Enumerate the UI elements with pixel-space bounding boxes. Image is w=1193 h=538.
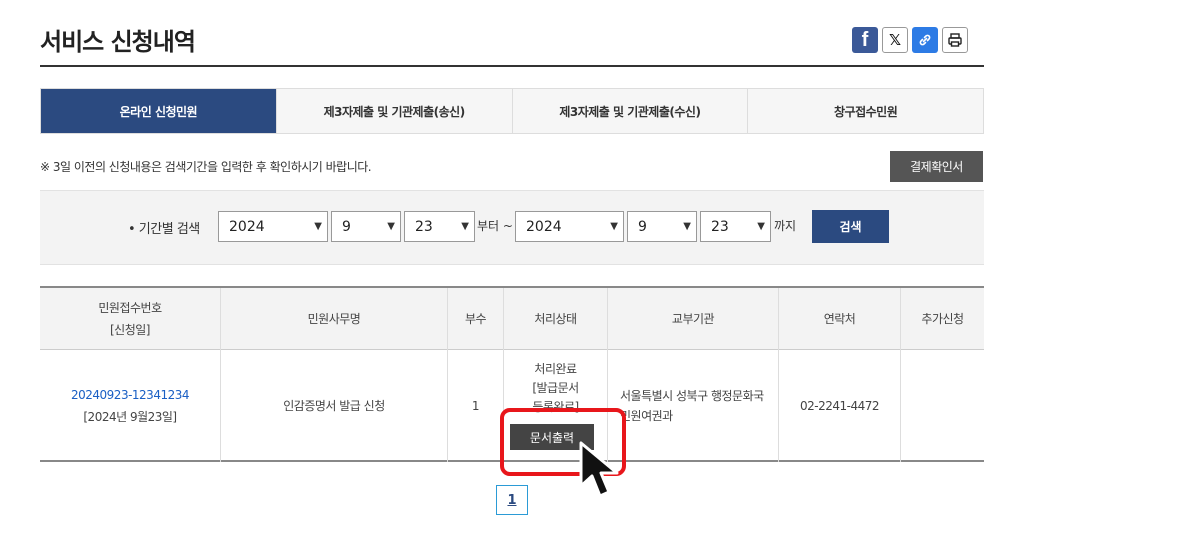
tab-counter-application[interactable]: 창구접수민원 (747, 89, 983, 133)
search-label: • 기간별 검색 (128, 222, 200, 237)
agency-department: 민원여권과 (620, 409, 673, 423)
agency-name: 서울특별시 성북구 행정문화국 (620, 389, 764, 403)
to-day-select[interactable]: 23 ▼ (700, 211, 771, 242)
from-year-value: 2024 (229, 218, 265, 235)
header-receipt-number: 민원접수번호 (98, 301, 162, 315)
extra-cell (900, 350, 984, 462)
from-year-select[interactable]: 2024 ▼ (218, 211, 328, 242)
search-notice: ※ 3일 이전의 신청내용은 검색기간을 입력한 후 확인하시기 바랍니다. (40, 160, 372, 174)
chevron-down-icon: ▼ (314, 221, 322, 232)
chevron-down-icon: ▼ (683, 221, 691, 232)
chevron-down-icon: ▼ (461, 221, 469, 232)
to-suffix: 까지 (774, 219, 797, 233)
from-month-select[interactable]: 9 ▼ (331, 211, 401, 242)
chevron-down-icon: ▼ (610, 221, 618, 232)
copies-cell: 1 (447, 350, 503, 462)
to-month-value: 9 (638, 218, 647, 235)
x-icon[interactable]: 𝕏 (882, 27, 908, 53)
header-agency-label: 교부기관 (671, 312, 715, 326)
agency-cell: 서울특별시 성북구 행정문화국 민원여권과 (607, 350, 778, 462)
header-agency: 교부기관 (607, 288, 778, 350)
header-extra-label: 추가신청 (921, 312, 964, 326)
header-service: 민원사무명 (220, 288, 447, 350)
tab-third-party-received[interactable]: 제3자제출 및 기관제출(수신) (511, 89, 748, 133)
tab-bar: 온라인 신청민원 제3자제출 및 기관제출(송신) 제3자제출 및 기관제출(수… (40, 88, 984, 134)
service-name: 인감증명서 발급 신청 (283, 399, 385, 413)
to-year-select[interactable]: 2024 ▼ (515, 211, 624, 242)
header-service-label: 민원사무명 (307, 312, 361, 326)
chevron-down-icon: ▼ (757, 221, 765, 232)
service-cell: 인감증명서 발급 신청 (220, 350, 447, 462)
tab-online-application[interactable]: 온라인 신청민원 (41, 89, 276, 133)
link-icon[interactable] (912, 27, 938, 53)
header-contact-label: 연락처 (823, 312, 856, 326)
copies-value: 1 (471, 399, 480, 413)
from-month-value: 9 (342, 218, 351, 235)
facebook-icon[interactable]: f (852, 27, 878, 53)
to-day-value: 23 (711, 218, 729, 235)
receipt-cell: 20240923-12341234 [2024년 9월23일] (40, 350, 220, 462)
tab-third-party-sent[interactable]: 제3자제출 및 기관제출(송신) (275, 89, 512, 133)
header-contact: 연락처 (778, 288, 900, 350)
print-icon[interactable] (942, 27, 968, 53)
from-suffix: 부터 ~ (477, 219, 513, 233)
receipt-date: [2024년 9월23일] (83, 410, 177, 424)
payment-confirmation-button[interactable]: 결제확인서 (890, 151, 983, 182)
title-divider (40, 65, 984, 67)
contact-cell: 02-2241-4472 (778, 350, 900, 462)
header-receipt-date: [신청일] (110, 323, 150, 337)
table-header: 민원접수번호 [신청일] 민원사무명 부수 처리상태 교부기관 연락처 추가신청 (40, 288, 984, 350)
from-day-value: 23 (415, 218, 433, 235)
mouse-cursor-icon (579, 441, 619, 498)
pagination-page-1[interactable]: 1 (496, 485, 528, 515)
search-button[interactable]: 검색 (812, 210, 889, 243)
to-month-select[interactable]: 9 ▼ (627, 211, 697, 242)
status-detail-1: [발급문서 (532, 381, 579, 395)
page-title: 서비스 신청내역 (40, 28, 196, 56)
header-copies-label: 부수 (464, 312, 487, 326)
status-text: 처리완료 (534, 362, 577, 376)
to-year-value: 2024 (526, 218, 562, 235)
header-copies: 부수 (447, 288, 503, 350)
header-extra: 추가신청 (900, 288, 984, 350)
receipt-number-link[interactable]: 20240923-12341234 (71, 384, 190, 406)
header-status: 처리상태 (503, 288, 607, 350)
header-receipt: 민원접수번호 [신청일] (40, 288, 220, 350)
chevron-down-icon: ▼ (387, 221, 395, 232)
header-status-label: 처리상태 (534, 312, 577, 326)
contact-number: 02-2241-4472 (799, 399, 880, 413)
from-day-select[interactable]: 23 ▼ (404, 211, 475, 242)
share-bar: f 𝕏 (852, 27, 968, 53)
